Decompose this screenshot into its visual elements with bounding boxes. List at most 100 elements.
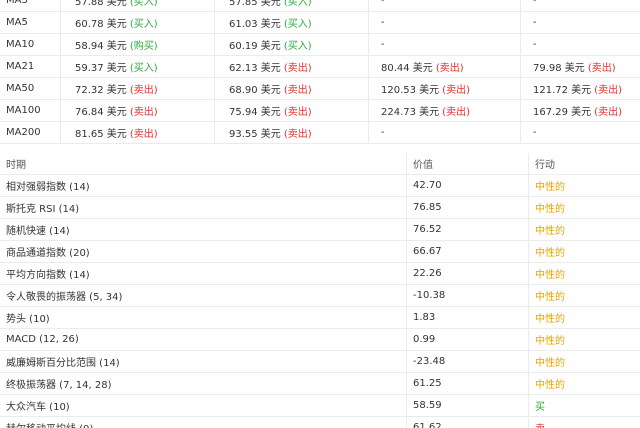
ma-name: MA3 <box>0 0 61 12</box>
ma-signal: (卖出) <box>129 129 158 140</box>
ma-signal: (卖出) <box>594 85 622 96</box>
moving-averages-table: MA3 57.88 美元 (买入) 57.85 美元 (买入) - - MA5 60.78 美元… <box>0 0 640 144</box>
ma-cell: - <box>520 0 640 12</box>
oscillator-action: 中性的 <box>528 328 640 351</box>
oscillator-value: 76.85 <box>406 196 529 219</box>
ma-signal: (卖出) <box>283 63 312 74</box>
ma-signal: (卖出) <box>283 85 312 96</box>
ma-cell: 60.19 美元 (买入) <box>214 33 369 56</box>
technical-analysis-page: MA3 57.88 美元 (买入) 57.85 美元 (买入) - - MA5 60.78 美元… <box>0 0 640 428</box>
ma-value: 72.32 美元 <box>75 85 127 96</box>
oscillators-header-row: 时期 价值 行动 <box>0 153 640 175</box>
ma-value: 76.84 美元 <box>75 107 127 118</box>
ma-cell: 224.73 美元 (卖出) <box>368 99 521 122</box>
oscillator-row: 终极振荡器 (7, 14, 28) 61.25 中性的 <box>0 372 640 395</box>
ma-cell: 76.84 美元 (卖出) <box>60 99 215 122</box>
ma-value: 121.72 美元 <box>533 85 592 96</box>
ma-signal: (买入) <box>283 0 312 8</box>
oscillator-name: 势头 (10) <box>0 306 407 329</box>
ma-value: 80.44 美元 <box>381 63 433 74</box>
ma-value: - <box>381 39 385 50</box>
ma-row: MA3 57.88 美元 (买入) 57.85 美元 (买入) - - <box>0 0 640 12</box>
oscillator-row: MACD (12, 26) 0.99 中性的 <box>0 328 640 351</box>
ma-value: 57.85 美元 <box>229 0 281 8</box>
ma-name: MA100 <box>0 99 61 122</box>
ma-cell: 121.72 美元 (卖出) <box>520 77 640 100</box>
oscillator-value: 22.26 <box>406 262 529 285</box>
oscillator-action: 中性的 <box>528 372 640 395</box>
oscillator-action: 买 <box>528 394 640 417</box>
oscillator-value: 61.25 <box>406 372 529 395</box>
ma-value: 57.88 美元 <box>75 0 127 8</box>
ma-cell: - <box>520 121 640 144</box>
ma-cell: 62.13 美元 (卖出) <box>214 55 369 78</box>
header-value: 价值 <box>406 153 529 175</box>
oscillator-row: 赫尔移动平均线 (9)61.62卖 <box>0 416 640 428</box>
oscillator-action: 中性的 <box>528 240 640 263</box>
ma-row: MA5 60.78 美元 (买入) 61.03 美元 (买入) - - <box>0 11 640 34</box>
oscillator-action: 中性的 <box>528 196 640 219</box>
ma-signal: (卖出) <box>129 85 158 96</box>
ma-value: 81.65 美元 <box>75 129 127 140</box>
oscillator-row: 威廉姆斯百分比范围 (14) -23.48 中性的 <box>0 350 640 373</box>
ma-cell: 81.65 美元 (卖出) <box>60 121 215 144</box>
oscillator-row: 随机快速 (14) 76.52 中性的 <box>0 218 640 241</box>
ma-value: - <box>381 127 385 138</box>
ma-value: 75.94 美元 <box>229 107 281 118</box>
ma-row: MA10 58.94 美元 (购买) 60.19 美元 (买入) - - <box>0 33 640 56</box>
ma-row: MA21 59.37 美元 (买入) 62.13 美元 (卖出) 80.44 美元 (卖出)… <box>0 55 640 78</box>
ma-signal: (卖出) <box>283 129 312 140</box>
oscillator-action: 中性的 <box>528 306 640 329</box>
ma-cell: - <box>520 33 640 56</box>
ma-cell: 72.32 美元 (卖出) <box>60 77 215 100</box>
ma-value: 58.94 美元 <box>75 41 127 52</box>
ma-value: 60.19 美元 <box>229 41 281 52</box>
ma-cell: 93.55 美元 (卖出) <box>214 121 369 144</box>
ma-name: MA21 <box>0 55 61 78</box>
ma-name: MA5 <box>0 11 61 34</box>
oscillator-value: 58.59 <box>406 394 529 417</box>
ma-value: - <box>533 127 537 138</box>
header-period: 时期 <box>0 153 407 175</box>
ma-row: MA200 81.65 美元 (卖出) 93.55 美元 (卖出) - - <box>0 121 640 144</box>
oscillator-value: 76.52 <box>406 218 529 241</box>
oscillators-table: 时期 价值 行动 相对强弱指数 (14) 42.70 中性的 斯托克 RSI (14)… <box>0 153 640 428</box>
oscillator-action: 中性的 <box>528 174 640 197</box>
ma-cell: 80.44 美元 (卖出) <box>368 55 521 78</box>
oscillator-name: 平均方向指数 (14) <box>0 262 407 285</box>
oscillator-name: 威廉姆斯百分比范围 (14) <box>0 350 407 373</box>
oscillator-name: 斯托克 RSI (14) <box>0 196 407 219</box>
ma-value: 167.29 美元 <box>533 107 592 118</box>
ma-signal: (卖出) <box>587 63 616 74</box>
oscillator-row: 大众汽车 (10) 58.59 买 <box>0 394 640 417</box>
oscillator-name: 商品通道指数 (20) <box>0 240 407 263</box>
oscillator-name: MACD (12, 26) <box>0 328 407 351</box>
ma-value: 62.13 美元 <box>229 63 281 74</box>
ma-name: MA200 <box>0 121 61 144</box>
ma-value: 224.73 美元 <box>381 107 440 118</box>
oscillator-value: 66.67 <box>406 240 529 263</box>
ma-cell: - <box>368 121 521 144</box>
ma-row: MA50 72.32 美元 (卖出) 68.90 美元 (卖出) 120.53 美元 (卖出… <box>0 77 640 100</box>
header-action: 行动 <box>528 153 640 175</box>
ma-value: 120.53 美元 <box>381 85 440 96</box>
ma-signal: (买入) <box>283 41 312 52</box>
ma-row: MA100 76.84 美元 (卖出) 75.94 美元 (卖出) 224.73 美元 (卖… <box>0 99 640 122</box>
oscillator-row: 令人敬畏的振荡器 (5, 34) -10.38 中性的 <box>0 284 640 307</box>
ma-signal: (买入) <box>129 63 158 74</box>
oscillator-action: 卖 <box>528 416 640 428</box>
ma-cell: 60.78 美元 (买入) <box>60 11 215 34</box>
ma-cell: 75.94 美元 (卖出) <box>214 99 369 122</box>
oscillator-value: 0.99 <box>406 328 529 351</box>
oscillator-row: 势头 (10) 1.83 中性的 <box>0 306 640 329</box>
ma-cell: - <box>368 0 521 12</box>
ma-cell: - <box>520 11 640 34</box>
ma-signal: (买入) <box>129 19 158 30</box>
ma-value: 68.90 美元 <box>229 85 281 96</box>
ma-signal: (卖出) <box>435 63 464 74</box>
ma-value: - <box>381 0 385 6</box>
oscillator-name: 大众汽车 (10) <box>0 394 407 417</box>
ma-value: 61.03 美元 <box>229 19 281 30</box>
ma-cell: 59.37 美元 (买入) <box>60 55 215 78</box>
oscillator-value: 42.70 <box>406 174 529 197</box>
